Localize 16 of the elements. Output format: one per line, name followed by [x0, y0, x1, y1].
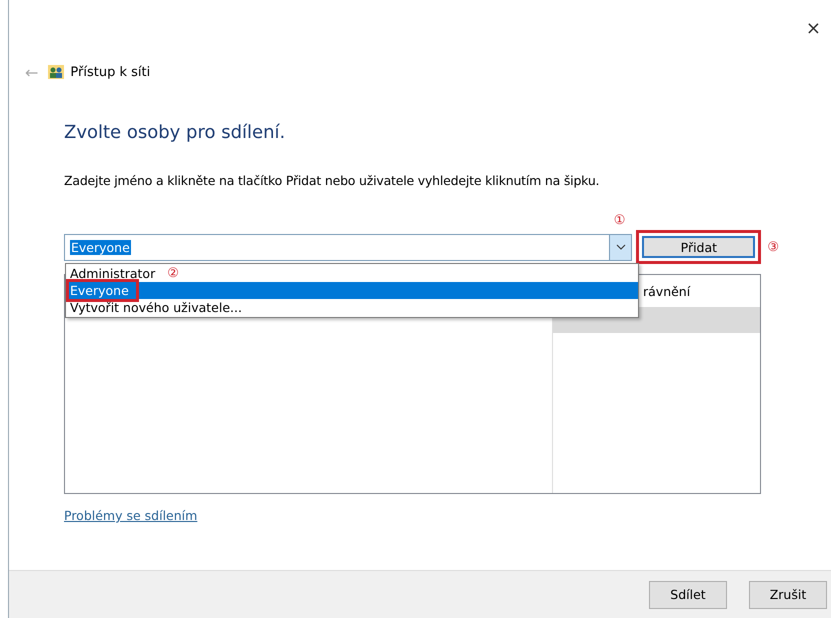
people-icon: [48, 65, 64, 79]
step-marker: ③: [767, 240, 779, 254]
step-marker: ②: [167, 266, 179, 280]
dropdown-item[interactable]: Administrator ②: [66, 264, 638, 282]
chevron-icon: [616, 244, 626, 250]
dropdown-item[interactable]: Vytvořit nového uživatele...: [66, 298, 638, 316]
step-marker: ①: [614, 212, 626, 228]
close-button[interactable]: ×: [800, 18, 827, 38]
share-button[interactable]: Sdílet: [649, 580, 727, 608]
window-title: Přístup k síti: [70, 64, 150, 80]
add-button[interactable]: Přidat: [642, 236, 756, 258]
instruction-text: Zadejte jméno a klikněte na tlačítko Přidat nebo uživatele vyhledejte kliknutím na šipku.: [64, 173, 600, 188]
heading: Zvolte osoby pro sdílení.: [64, 122, 286, 143]
cancel-button[interactable]: Zrušit: [749, 580, 827, 608]
sharing-problems-link[interactable]: Problémy se sdílením: [64, 508, 198, 523]
dropdown-button[interactable]: [609, 234, 632, 260]
